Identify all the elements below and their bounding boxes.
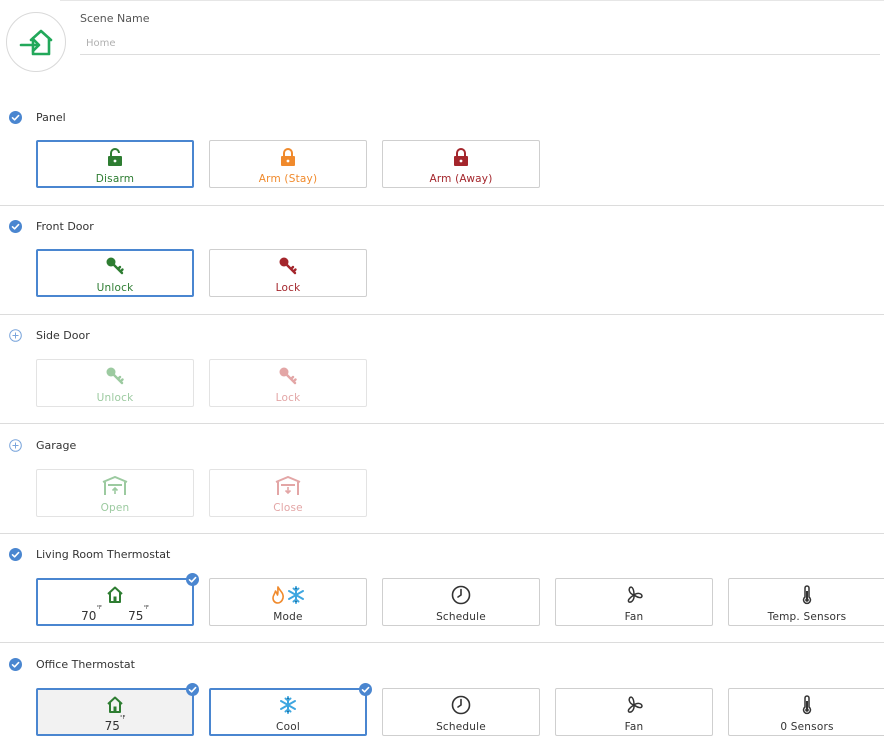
key-icon <box>279 367 297 385</box>
section-divider <box>0 642 884 643</box>
key-icon <box>106 367 124 385</box>
scene-name-input[interactable] <box>80 33 880 55</box>
front-door-unlock-button[interactable]: Unlock <box>36 249 194 297</box>
panel-disarm-button[interactable]: Disarm <box>36 140 194 188</box>
option-label: Open <box>100 502 130 514</box>
option-label: Unlock <box>96 282 134 294</box>
padlock-icon <box>281 148 295 166</box>
cool-setpoint: 75°F <box>104 715 126 733</box>
option-label: Fan <box>624 611 644 623</box>
fan-icon <box>627 586 643 603</box>
living-fan-button[interactable]: Fan <box>555 578 713 626</box>
office-fan-button[interactable]: Fan <box>555 688 713 736</box>
unlocked-padlock-icon <box>108 148 122 166</box>
fan-icon <box>627 696 643 713</box>
panel-arm-stay-button[interactable]: Arm (Stay) <box>209 140 367 188</box>
option-label: Close <box>273 502 303 514</box>
side-door-unlock-button[interactable]: Unlock <box>36 359 194 407</box>
living-setpoint-button[interactable]: 70°F 75°F <box>36 573 199 626</box>
section-title-side-door: Side Door <box>36 329 90 342</box>
option-label: Arm (Away) <box>429 173 493 185</box>
panel-arm-away-button[interactable]: Arm (Away) <box>382 140 540 188</box>
garage-close-icon <box>275 476 301 495</box>
office-setpoint-button[interactable]: 75°F <box>36 683 199 736</box>
add-circle-icon[interactable] <box>9 329 22 342</box>
option-label: Disarm <box>95 173 135 185</box>
garage-open-button[interactable]: Open <box>36 469 194 517</box>
snowflake-icon <box>280 696 296 714</box>
section-divider <box>0 314 884 315</box>
living-temp-sensors-button[interactable]: Temp. Sensors <box>728 578 884 626</box>
clock-icon <box>451 585 471 605</box>
office-sensors-button[interactable]: 0 Sensors <box>728 688 884 736</box>
option-label: Lock <box>275 282 301 294</box>
padlock-icon <box>454 148 468 166</box>
selected-check-icon <box>186 683 199 696</box>
home-icon <box>107 586 123 603</box>
option-label: Schedule <box>436 611 486 623</box>
section-title-front-door: Front Door <box>36 220 94 233</box>
option-label: Unlock <box>96 392 134 404</box>
snowflake-icon <box>288 586 304 604</box>
scene-name-label: Scene Name <box>80 12 150 25</box>
section-divider <box>0 205 884 206</box>
section-divider <box>0 423 884 424</box>
garage-close-button[interactable]: Close <box>209 469 367 517</box>
selected-check-icon <box>359 683 372 696</box>
selected-check-icon <box>186 573 199 586</box>
side-door-lock-button[interactable]: Lock <box>209 359 367 407</box>
checked-icon[interactable] <box>9 548 22 561</box>
section-title-living-room-thermostat: Living Room Thermostat <box>36 548 171 561</box>
flame-icon <box>272 586 284 604</box>
office-schedule-button[interactable]: Schedule <box>382 688 540 736</box>
heat-setpoint: 70°F <box>81 605 102 623</box>
checked-icon[interactable] <box>9 220 22 233</box>
thermometer-icon <box>802 585 812 605</box>
section-title-panel: Panel <box>36 111 66 124</box>
key-icon <box>106 257 124 275</box>
cool-setpoint: 75°F <box>128 605 149 623</box>
home-enter-icon <box>19 29 53 56</box>
front-door-lock-button[interactable]: Lock <box>209 249 367 297</box>
living-mode-button[interactable]: Mode <box>209 578 367 626</box>
option-label: Lock <box>275 392 301 404</box>
option-label: Cool <box>276 721 300 733</box>
option-label: 0 Sensors <box>780 721 834 733</box>
living-schedule-button[interactable]: Schedule <box>382 578 540 626</box>
checked-icon[interactable] <box>9 111 22 124</box>
option-label: Schedule <box>436 721 486 733</box>
home-icon <box>107 696 123 713</box>
thermometer-icon <box>802 695 812 715</box>
scene-icon-button[interactable] <box>6 12 66 72</box>
garage-open-icon <box>102 476 128 495</box>
office-mode-button[interactable]: Cool <box>209 683 372 736</box>
option-label: Mode <box>273 611 303 623</box>
option-label: Temp. Sensors <box>767 611 847 623</box>
option-label: Fan <box>624 721 644 733</box>
top-divider <box>60 0 884 1</box>
checked-icon[interactable] <box>9 658 22 671</box>
section-title-office-thermostat: Office Thermostat <box>36 658 135 671</box>
add-circle-icon[interactable] <box>9 439 22 452</box>
option-label: Arm (Stay) <box>258 173 318 185</box>
section-divider <box>0 533 884 534</box>
section-title-garage: Garage <box>36 439 77 452</box>
clock-icon <box>451 695 471 715</box>
key-icon <box>279 257 297 275</box>
